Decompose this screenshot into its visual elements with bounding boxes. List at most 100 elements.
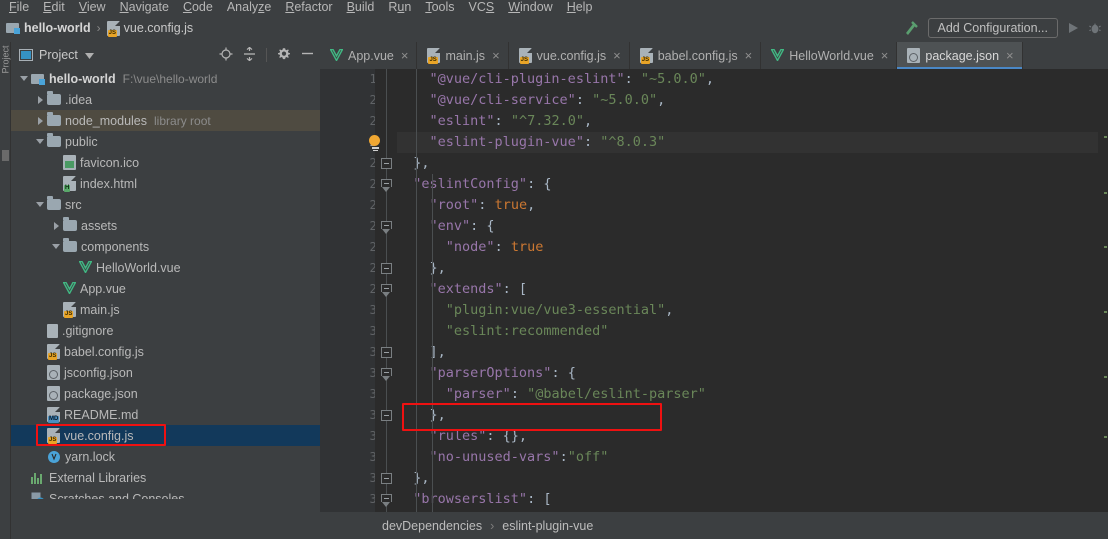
gear-icon[interactable] <box>277 47 291 64</box>
code-line[interactable]: "root": true, <box>397 195 1098 216</box>
chevron-down-icon[interactable] <box>49 244 63 249</box>
tree-node-helloworld-vue[interactable]: HelloWorld.vue <box>11 257 320 278</box>
chevron-down-icon[interactable] <box>84 48 94 62</box>
code-line[interactable]: "extends": [ <box>397 279 1098 300</box>
code-line[interactable]: "eslint": "^7.32.0", <box>397 111 1098 132</box>
menu-navigate[interactable]: Navigate <box>113 0 176 14</box>
close-icon[interactable]: × <box>492 49 500 62</box>
code-line[interactable]: "node": true <box>397 237 1098 258</box>
tree-node-app-vue[interactable]: App.vue <box>11 278 320 299</box>
hammer-icon[interactable] <box>902 19 920 37</box>
tree-node-public[interactable]: public <box>11 131 320 152</box>
code-line[interactable]: ], <box>397 342 1098 363</box>
code-line[interactable]: "browserslist": [ <box>397 489 1098 510</box>
code-line[interactable]: }, <box>397 405 1098 426</box>
scroll-from-source-icon[interactable] <box>219 47 233 64</box>
fold-end-marker[interactable] <box>381 347 392 358</box>
fold-start-marker[interactable] <box>381 179 392 192</box>
menu-window[interactable]: Window <box>501 0 559 14</box>
minimize-icon[interactable] <box>301 47 314 63</box>
tree-node-scratches-and-consoles[interactable]: Scratches and Consoles <box>11 488 320 499</box>
code-line[interactable]: "eslint-plugin-vue": "^8.0.3" <box>397 132 1098 153</box>
fold-start-marker[interactable] <box>381 494 392 507</box>
lightbulb-icon[interactable] <box>369 135 382 151</box>
fold-end-marker[interactable] <box>381 158 392 169</box>
tree-node-index-html[interactable]: Hindex.html <box>11 173 320 194</box>
editor-code-area[interactable]: 1920212223242526272829303132333435363738… <box>320 69 1108 512</box>
editor-tab-main-js[interactable]: JS main.js × <box>417 42 509 69</box>
breadcrumb-file[interactable]: JS vue.config.js <box>106 20 193 37</box>
fold-start-marker[interactable] <box>381 284 392 297</box>
code-line[interactable]: "eslint:recommended" <box>397 321 1098 342</box>
chevron-down-icon[interactable] <box>33 139 47 144</box>
run-play-icon[interactable] <box>1066 21 1080 35</box>
tree-node-vue-config-js[interactable]: JS vue.config.js <box>11 425 320 446</box>
fold-end-marker[interactable] <box>381 263 392 274</box>
add-configuration-button[interactable]: Add Configuration... <box>927 18 1058 38</box>
close-icon[interactable]: × <box>1006 49 1014 62</box>
tree-node-node-modules[interactable]: node_modules library root <box>11 110 320 131</box>
code-line[interactable]: "no-unused-vars":"off" <box>397 447 1098 468</box>
fold-start-marker[interactable] <box>381 368 392 381</box>
code-line[interactable]: "plugin:vue/vue3-essential", <box>397 300 1098 321</box>
code-line[interactable]: "@vue/cli-plugin-eslint": "~5.0.0", <box>397 69 1098 90</box>
tree-node-babel-config-js[interactable]: JS babel.config.js <box>11 341 320 362</box>
tree-node--gitignore[interactable]: .gitignore <box>11 320 320 341</box>
debug-bug-icon[interactable] <box>1088 21 1102 35</box>
close-icon[interactable]: × <box>881 49 889 62</box>
menu-help[interactable]: Help <box>560 0 600 14</box>
menu-run[interactable]: Run <box>381 0 418 14</box>
strip-project-button[interactable]: Project <box>1 40 12 80</box>
code-line[interactable]: "parserOptions": { <box>397 363 1098 384</box>
menu-build[interactable]: Build <box>340 0 382 14</box>
menu-vcs[interactable]: VCS <box>462 0 502 14</box>
code-line[interactable]: }, <box>397 468 1098 489</box>
editor-breadcrumb-devdependencies[interactable]: devDependencies <box>382 519 482 533</box>
chevron-right-icon[interactable] <box>33 95 47 104</box>
editor-tab-vue-config-js[interactable]: JS vue.config.js × <box>508 42 630 69</box>
tree-node-favicon-ico[interactable]: favicon.ico <box>11 152 320 173</box>
menu-refactor[interactable]: Refactor <box>278 0 339 14</box>
code-line[interactable]: "parser": "@babel/eslint-parser" <box>397 384 1098 405</box>
fold-end-marker[interactable] <box>381 473 392 484</box>
tree-node-components[interactable]: components <box>11 236 320 257</box>
code-line[interactable]: "@vue/cli-service": "~5.0.0", <box>397 90 1098 111</box>
close-icon[interactable]: × <box>401 49 409 62</box>
code-line[interactable]: "rules": {}, <box>397 426 1098 447</box>
menu-view[interactable]: View <box>72 0 113 14</box>
fold-start-marker[interactable] <box>381 221 392 234</box>
tree-node-src[interactable]: src <box>11 194 320 215</box>
fold-end-marker[interactable] <box>381 410 392 421</box>
editor-tab-package-json[interactable]: package.json × <box>897 42 1023 69</box>
menu-tools[interactable]: Tools <box>418 0 461 14</box>
tree-node--idea[interactable]: .idea <box>11 89 320 110</box>
menu-edit[interactable]: Edit <box>36 0 72 14</box>
tree-node-main-js[interactable]: JS main.js <box>11 299 320 320</box>
tree-node-assets[interactable]: assets <box>11 215 320 236</box>
menu-file[interactable]: File <box>2 0 36 14</box>
code-line[interactable]: }, <box>397 258 1098 279</box>
menu-analyze[interactable]: Analyze <box>220 0 278 14</box>
tree-node-jsconfig-json[interactable]: jsconfig.json <box>11 362 320 383</box>
tree-node-hello-world[interactable]: hello-world F:\vue\hello-world <box>11 68 320 89</box>
code-line[interactable]: "env": { <box>397 216 1098 237</box>
tree-node-readme-md[interactable]: MD README.md <box>11 404 320 425</box>
code-line[interactable]: }, <box>397 153 1098 174</box>
tree-node-external-libraries[interactable]: External Libraries <box>11 467 320 488</box>
breadcrumb-project[interactable]: hello-world <box>6 21 91 35</box>
tree-node-yarn-lock[interactable]: yarn.lock <box>11 446 320 467</box>
code-line[interactable]: "eslintConfig": { <box>397 174 1098 195</box>
editor-breadcrumb-eslint-plugin-vue[interactable]: eslint-plugin-vue <box>502 519 593 533</box>
chevron-down-icon[interactable] <box>17 76 31 81</box>
collapse-all-icon[interactable] <box>243 46 256 64</box>
tree-node-package-json[interactable]: package.json <box>11 383 320 404</box>
editor-tab-helloworld-vue[interactable]: HelloWorld.vue × <box>761 42 898 69</box>
chevron-right-icon[interactable] <box>33 116 47 125</box>
editor-tab-babel-config-js[interactable]: JS babel.config.js × <box>629 42 762 69</box>
project-tree[interactable]: hello-world F:\vue\hello-world .idea node_m… <box>11 68 320 499</box>
close-icon[interactable]: × <box>613 49 621 62</box>
code-text[interactable]: "@vue/cli-plugin-eslint": "~5.0.0", "@vu… <box>397 69 1098 512</box>
chevron-down-icon[interactable] <box>33 202 47 207</box>
chevron-right-icon[interactable] <box>49 221 63 230</box>
error-stripe-markers[interactable] <box>1098 96 1108 512</box>
